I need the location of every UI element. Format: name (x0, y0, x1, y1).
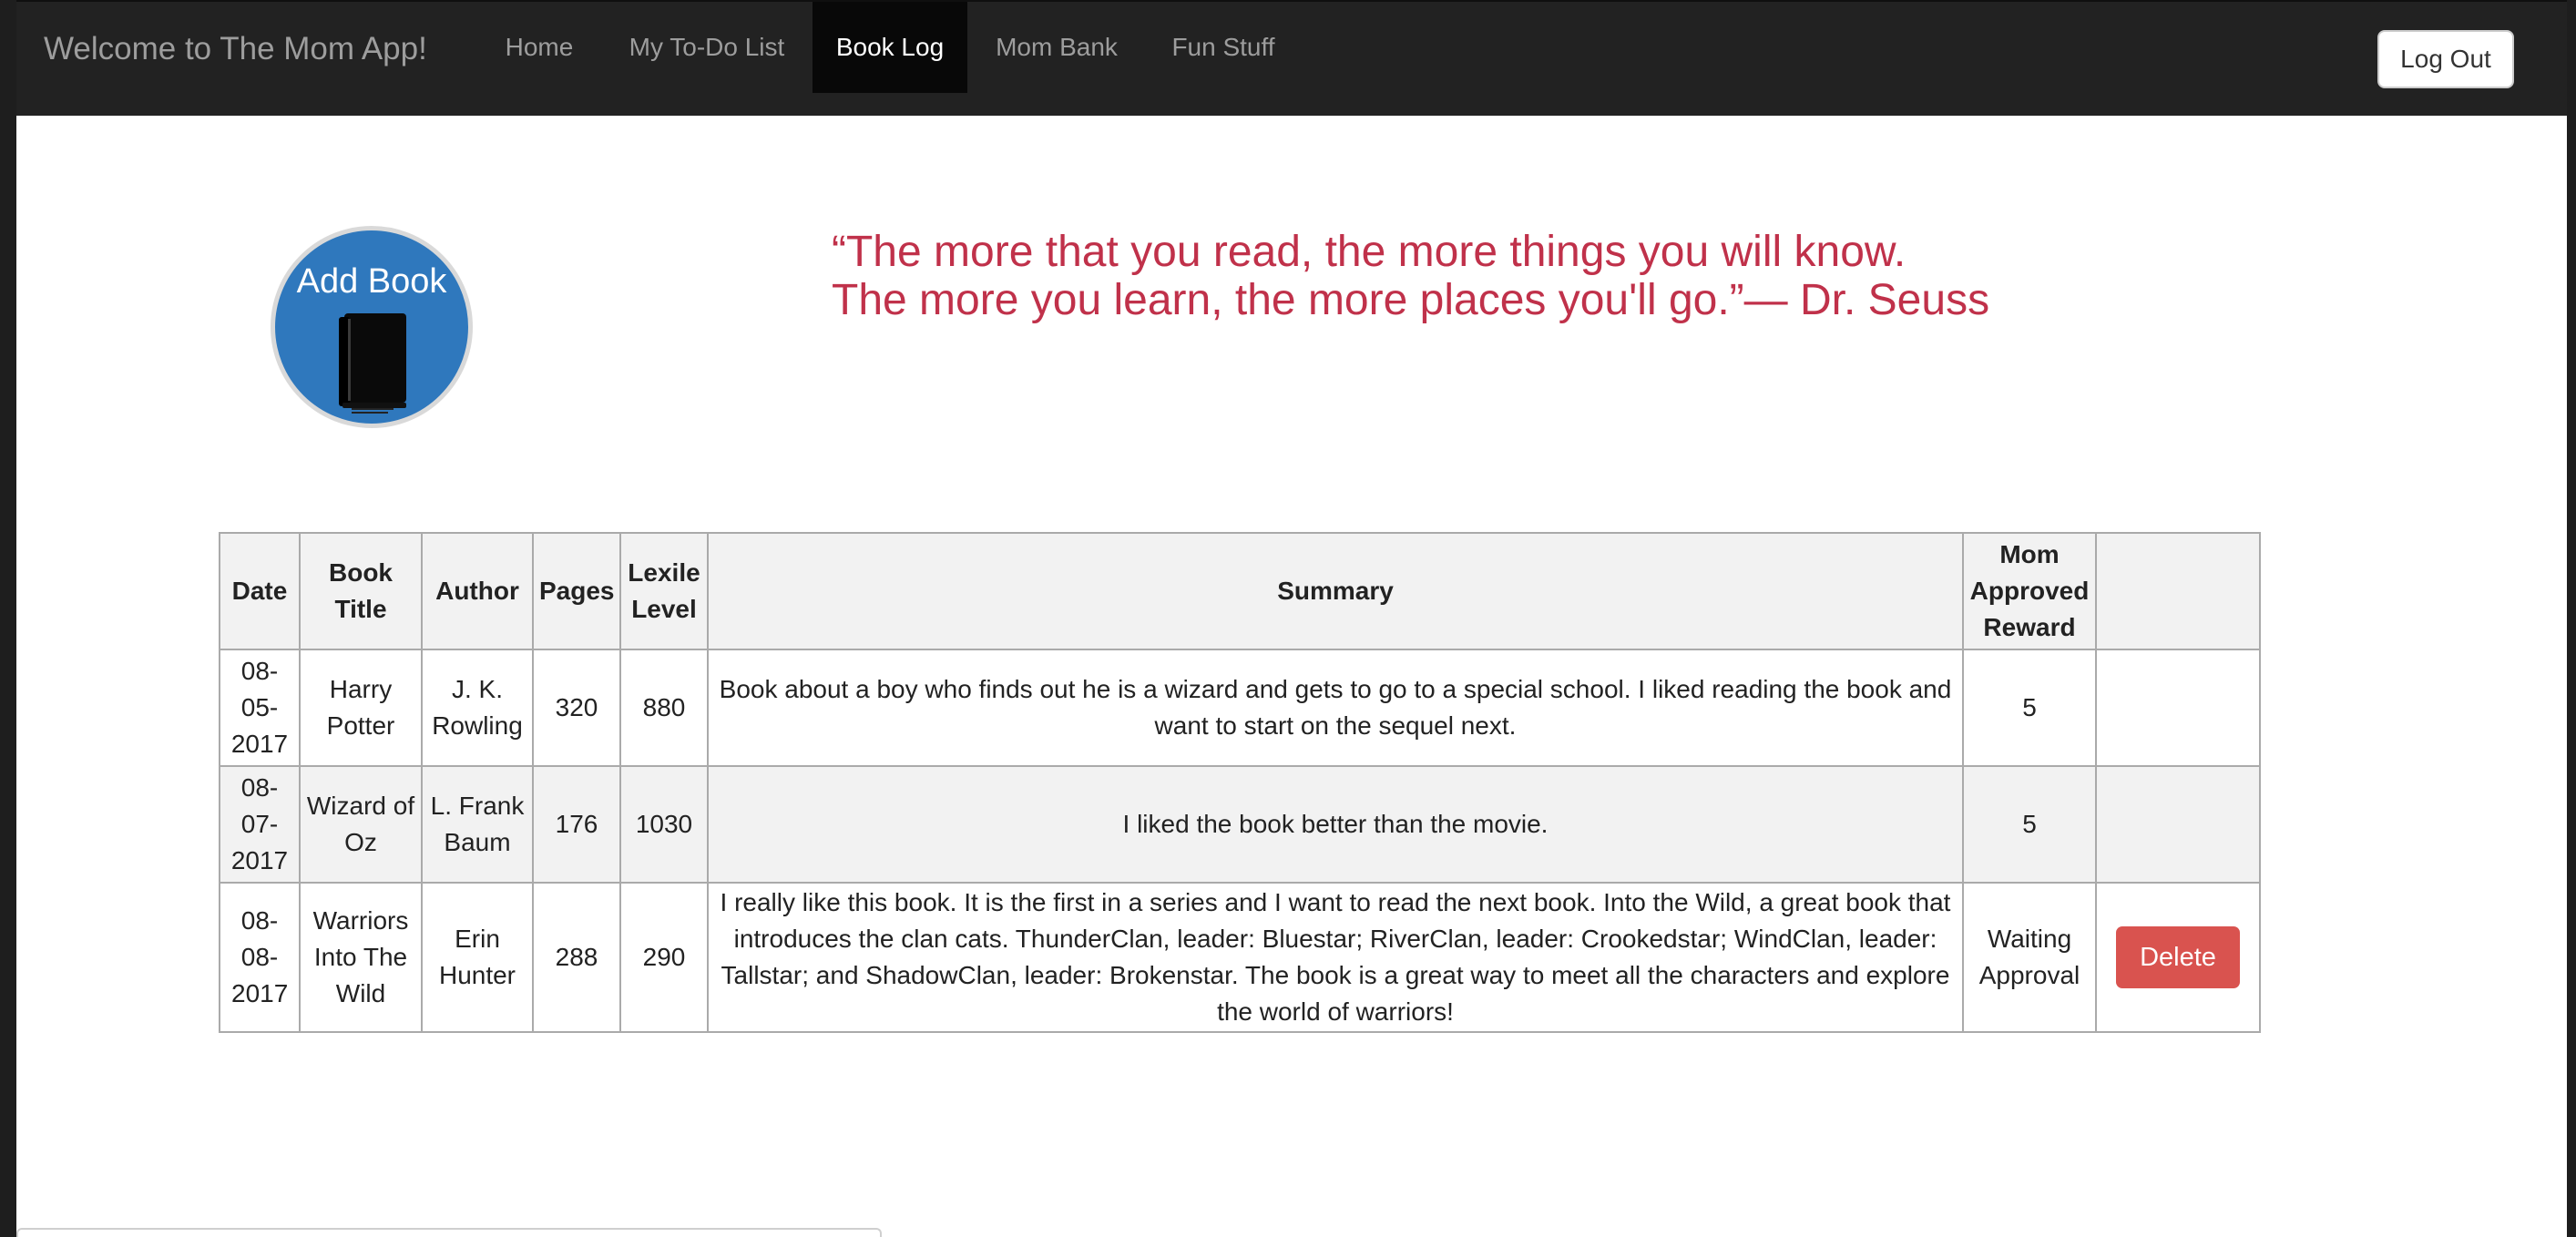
reading-quote: “The more that you read, the more things… (832, 228, 2016, 324)
cell-summary: Book about a boy who finds out he is a w… (707, 649, 1964, 767)
cell-pages: 320 (532, 649, 621, 767)
table-row: 08-07-2017 Wizard of Oz L. Frank Baum 17… (219, 765, 2261, 884)
cell-lexile: 290 (619, 882, 709, 1033)
header-lexile-level: Lexile Level (619, 532, 709, 650)
quote-line-2: The more you learn, the more places you'… (832, 276, 1990, 324)
cell-author: J. K. Rowling (421, 649, 534, 767)
cell-action (2095, 765, 2261, 884)
nav-item-todo-list[interactable]: My To-Do List (614, 2, 800, 93)
cell-lexile: 880 (619, 649, 709, 767)
header-summary: Summary (707, 532, 1964, 650)
cell-author: L. Frank Baum (421, 765, 534, 884)
table-header-row: Date Book Title Author Pages Lexile Leve… (219, 532, 2261, 650)
horizontal-scrollbar[interactable] (16, 1228, 882, 1237)
brand-link[interactable]: Welcome to The Mom App! (44, 29, 427, 69)
cell-pages: 176 (532, 765, 621, 884)
page: Welcome to The Mom App! Home My To-Do Li… (16, 0, 2567, 1237)
cell-summary: I liked the book better than the movie. (707, 765, 1964, 884)
quote-line-1: “The more that you read, the more things… (832, 228, 1906, 276)
book-icon (339, 313, 406, 414)
header-pages: Pages (532, 532, 621, 650)
delete-button[interactable]: Delete (2116, 926, 2240, 988)
logout-button[interactable]: Log Out (2377, 30, 2514, 88)
header-reward: Mom Approved Reward (1962, 532, 2097, 650)
header-author: Author (421, 532, 534, 650)
nav-item-mom-bank[interactable]: Mom Bank (980, 2, 1133, 93)
table-row: 08-08-2017 Warriors Into The Wild Erin H… (219, 882, 2261, 1033)
cell-title: Harry Potter (299, 649, 423, 767)
cell-reward: Waiting Approval (1962, 882, 2097, 1033)
add-book-button[interactable]: Add Book (271, 226, 473, 428)
cell-reward: 5 (1962, 649, 2097, 767)
header-date: Date (219, 532, 301, 650)
cell-title: Warriors Into The Wild (299, 882, 423, 1033)
nav-item-book-log[interactable]: Book Log (813, 2, 967, 93)
cell-reward: 5 (1962, 765, 2097, 884)
add-book-label: Add Book (296, 262, 447, 301)
table-row: 08-05-2017 Harry Potter J. K. Rowling 32… (219, 649, 2261, 767)
header-actions (2095, 532, 2261, 650)
cell-summary: I really like this book. It is the first… (707, 882, 1964, 1033)
navbar: Welcome to The Mom App! Home My To-Do Li… (16, 0, 2567, 116)
book-log-table: Date Book Title Author Pages Lexile Leve… (219, 532, 2261, 1033)
nav-item-fun-stuff[interactable]: Fun Stuff (1151, 2, 1295, 93)
cell-author: Erin Hunter (421, 882, 534, 1033)
cell-action: Delete (2095, 882, 2261, 1033)
cell-action (2095, 649, 2261, 767)
nav-item-home[interactable]: Home (488, 2, 590, 93)
cell-title: Wizard of Oz (299, 765, 423, 884)
cell-date: 08-07-2017 (219, 765, 301, 884)
cell-lexile: 1030 (619, 765, 709, 884)
header-book-title: Book Title (299, 532, 423, 650)
cell-date: 08-05-2017 (219, 649, 301, 767)
cell-date: 08-08-2017 (219, 882, 301, 1033)
cell-pages: 288 (532, 882, 621, 1033)
